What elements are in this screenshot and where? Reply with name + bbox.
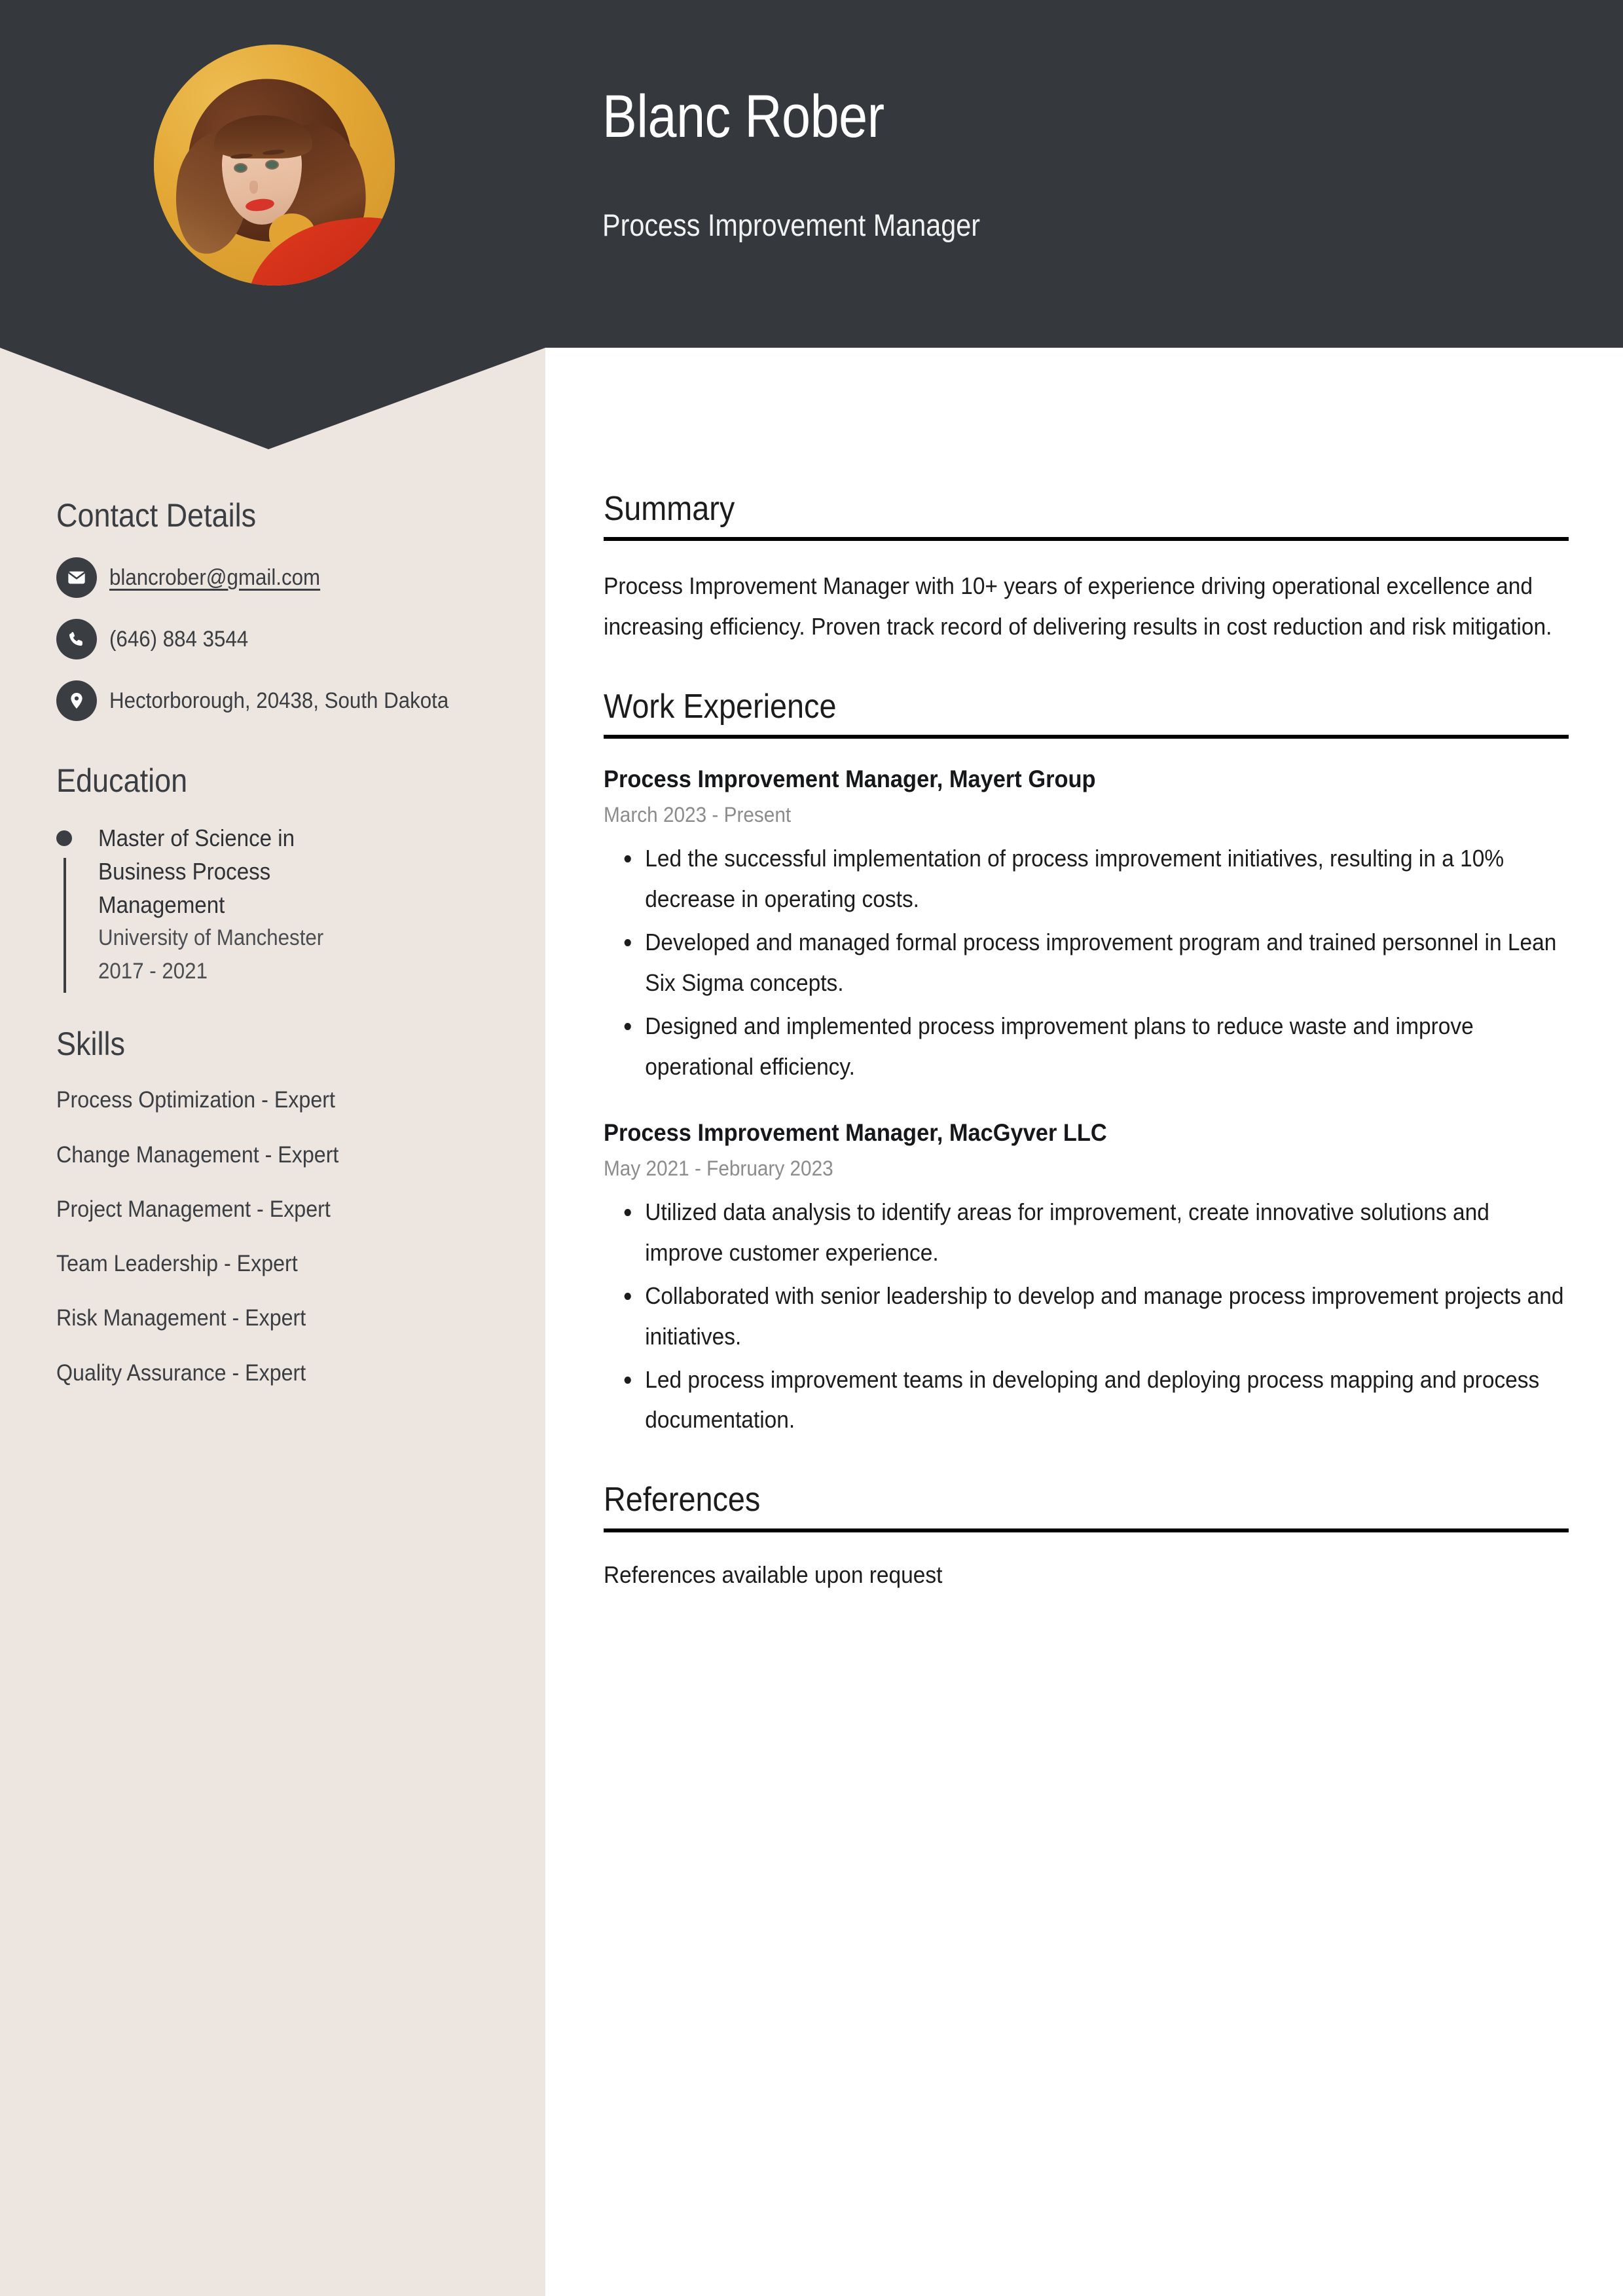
work-experience-section: Work Experience Process Improvement Mana… bbox=[604, 688, 1569, 1440]
job-bullet: Led the successful implementation of pro… bbox=[604, 838, 1569, 919]
job-bullet-list: Led the successful implementation of pro… bbox=[604, 838, 1569, 1086]
page-title: Blanc Rober bbox=[602, 83, 884, 150]
references-text: References available upon request bbox=[604, 1561, 943, 1588]
job-bullet: Utilized data analysis to identify areas… bbox=[604, 1192, 1569, 1273]
contact-email-value[interactable]: blancrober@gmail.com bbox=[109, 556, 458, 595]
avatar-eye-left bbox=[235, 164, 246, 172]
summary-section: Summary Process Improvement Manager with… bbox=[604, 490, 1569, 647]
phone-icon bbox=[56, 619, 97, 659]
work-experience-entry: Process Improvement Manager, Mayert Grou… bbox=[604, 764, 1569, 1087]
education-degree: Master of Science in Business Process Ma… bbox=[98, 824, 295, 919]
skill-item: Process Optimization - Expert bbox=[56, 1087, 335, 1113]
location-pin-icon bbox=[56, 680, 97, 721]
education-school: University of Manchester bbox=[98, 925, 324, 951]
contact-location-value: Hectorborough, 20438, South Dakota bbox=[109, 688, 449, 713]
work-experience-entry: Process Improvement Manager, MacGyver LL… bbox=[604, 1117, 1569, 1441]
education-heading: Education bbox=[56, 762, 188, 799]
summary-rule bbox=[604, 537, 1569, 542]
contact-item-email[interactable]: blancrober@gmail.com bbox=[56, 556, 488, 598]
avatar-nose bbox=[249, 181, 258, 194]
job-bullet: Developed and managed formal process imp… bbox=[604, 922, 1569, 1003]
education-bullet-dot bbox=[56, 830, 72, 846]
summary-heading: Summary bbox=[604, 490, 735, 528]
sidebar: Contact Details blancrober@gmail.com (64… bbox=[56, 498, 488, 1412]
header-job-title: Process Improvement Manager bbox=[602, 208, 980, 242]
references-section: References References available upon req… bbox=[604, 1481, 1569, 1595]
envelope-icon bbox=[56, 557, 97, 598]
work-experience-rule bbox=[604, 735, 1569, 739]
summary-text: Process Improvement Manager with 10+ yea… bbox=[604, 572, 1552, 640]
skills-list: Process Optimization - Expert Change Man… bbox=[56, 1084, 488, 1388]
education-entry: Master of Science in Business Process Ma… bbox=[56, 821, 488, 993]
contact-item-phone[interactable]: (646) 884 3544 bbox=[56, 618, 488, 659]
references-heading: References bbox=[604, 1481, 761, 1519]
education-section: Education Master of Science in Business … bbox=[56, 762, 488, 993]
main-content: Summary Process Improvement Manager with… bbox=[604, 490, 1569, 1635]
contact-phone-value[interactable]: (646) 884 3544 bbox=[109, 618, 458, 657]
skill-item: Project Management - Expert bbox=[56, 1196, 331, 1222]
job-title-company: Process Improvement Manager, MacGyver LL… bbox=[604, 1119, 1107, 1146]
resume-page: Blanc Rober Process Improvement Manager … bbox=[0, 0, 1623, 2296]
job-bullet: Led process improvement teams in develop… bbox=[604, 1360, 1569, 1441]
work-experience-heading: Work Experience bbox=[604, 688, 837, 726]
skill-item: Team Leadership - Expert bbox=[56, 1251, 298, 1277]
skill-item: Quality Assurance - Expert bbox=[56, 1360, 306, 1386]
job-dates: May 2021 - February 2023 bbox=[604, 1156, 833, 1180]
avatar bbox=[154, 45, 395, 286]
job-bullet-list: Utilized data analysis to identify areas… bbox=[604, 1192, 1569, 1440]
job-dates: March 2023 - Present bbox=[604, 803, 792, 827]
education-timeline-line bbox=[64, 858, 66, 993]
skill-item: Risk Management - Expert bbox=[56, 1305, 306, 1331]
contact-list: blancrober@gmail.com (646) 884 3544 Hect… bbox=[56, 556, 488, 721]
avatar-eye-right bbox=[266, 161, 278, 168]
skills-section: Skills Process Optimization - Expert Cha… bbox=[56, 1026, 488, 1388]
job-title-company: Process Improvement Manager, Mayert Grou… bbox=[604, 766, 1096, 793]
job-bullet: Collaborated with senior leadership to d… bbox=[604, 1276, 1569, 1357]
education-years: 2017 - 2021 bbox=[98, 959, 208, 984]
skills-heading: Skills bbox=[56, 1026, 126, 1063]
references-rule bbox=[604, 1528, 1569, 1532]
contact-details-heading: Contact Details bbox=[56, 497, 257, 534]
job-bullet: Designed and implemented process improve… bbox=[604, 1006, 1569, 1087]
skill-item: Change Management - Expert bbox=[56, 1141, 339, 1168]
contact-item-location: Hectorborough, 20438, South Dakota bbox=[56, 679, 488, 721]
